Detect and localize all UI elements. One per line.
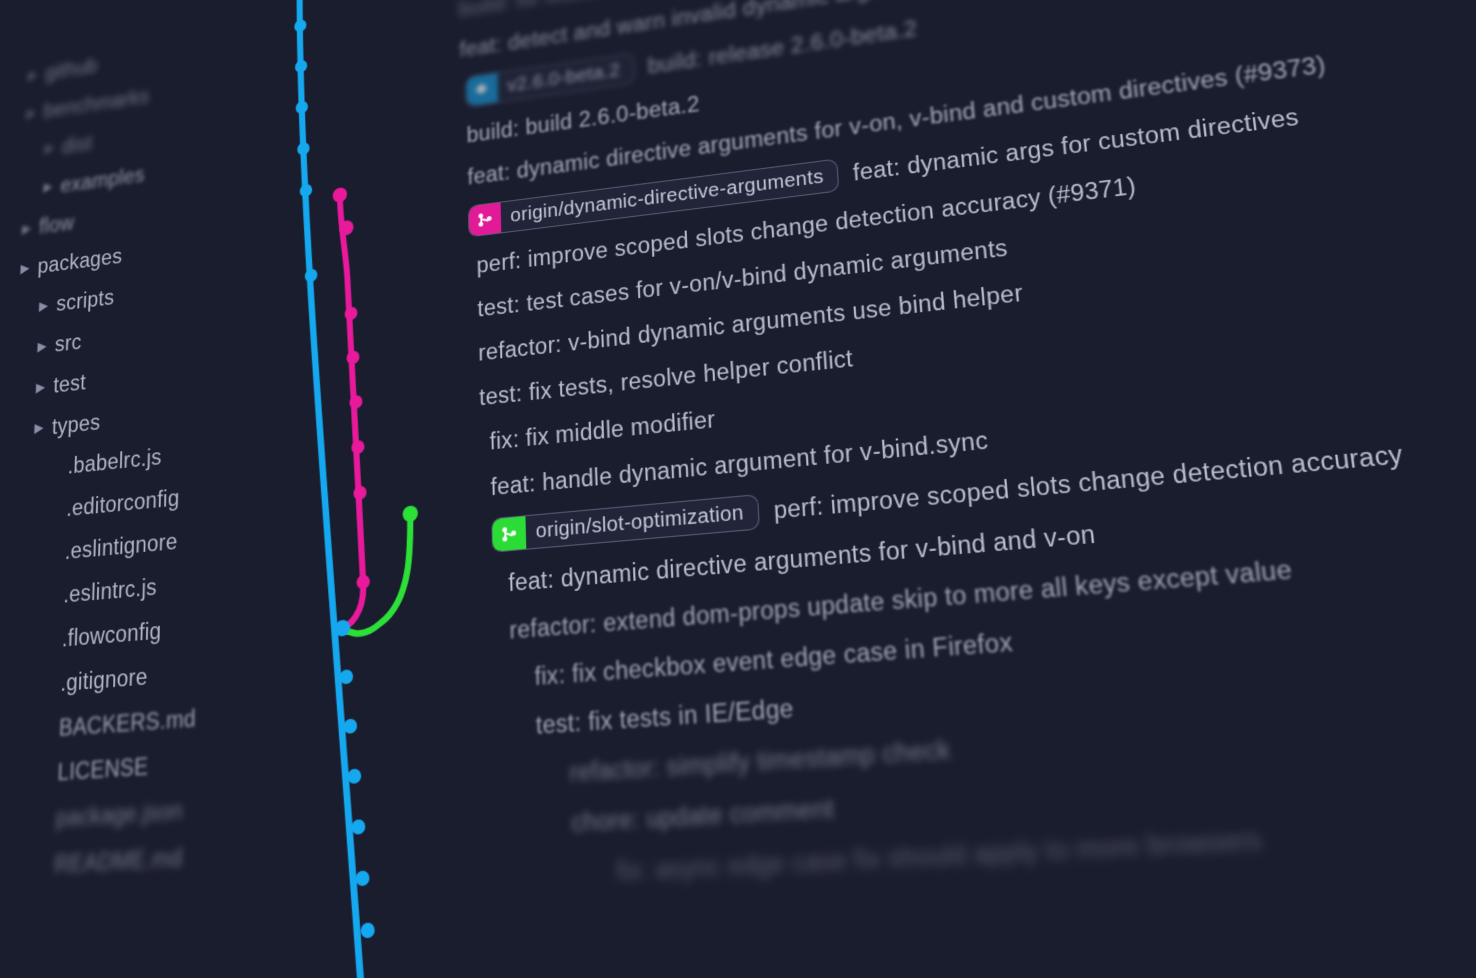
chevron-right-icon: ▶ xyxy=(22,217,31,242)
file-tree-label: package.json xyxy=(55,788,183,842)
file-tree[interactable]: ▶github▶benchmarks▶dist▶examples▶flow▶pa… xyxy=(0,0,265,978)
file-tree-label: types xyxy=(51,401,101,448)
chevron-right-icon: ▶ xyxy=(39,293,48,318)
file-tree-label: src xyxy=(54,321,82,365)
file-tree-label: dist xyxy=(61,123,93,166)
chevron-right-icon: ▶ xyxy=(28,63,37,87)
branch-icon xyxy=(492,515,526,552)
file-tree-label: README.md xyxy=(54,835,183,889)
chevron-right-icon: ▶ xyxy=(27,101,36,125)
file-tree-label: flow xyxy=(38,203,74,247)
file-tree-label: .gitignore xyxy=(60,654,148,705)
chevron-right-icon: ▶ xyxy=(34,415,44,441)
ref-label: origin/slot-optimization xyxy=(526,500,759,544)
tag-icon xyxy=(466,72,498,107)
file-tree-label: .flowconfig xyxy=(61,609,162,661)
commit-message: test: fix tests in IE/Edge xyxy=(535,693,794,739)
ref-label: v2.6.0-beta.2 xyxy=(498,58,634,98)
file-tree-label: LICENSE xyxy=(57,744,149,796)
chevron-right-icon: ▶ xyxy=(44,175,53,200)
chevron-right-icon: ▶ xyxy=(36,374,45,400)
commit-list[interactable]: build: build 2.6.0-beta.2build: fix feat… xyxy=(458,0,1476,978)
branch-icon xyxy=(469,202,501,238)
git-graph xyxy=(255,0,479,978)
commit-message: chore: update comment xyxy=(571,793,835,837)
chevron-right-icon: ▶ xyxy=(37,333,46,359)
chevron-right-icon: ▶ xyxy=(20,256,29,281)
file-tree-label: test xyxy=(53,361,87,406)
chevron-right-icon: ▶ xyxy=(45,136,54,161)
